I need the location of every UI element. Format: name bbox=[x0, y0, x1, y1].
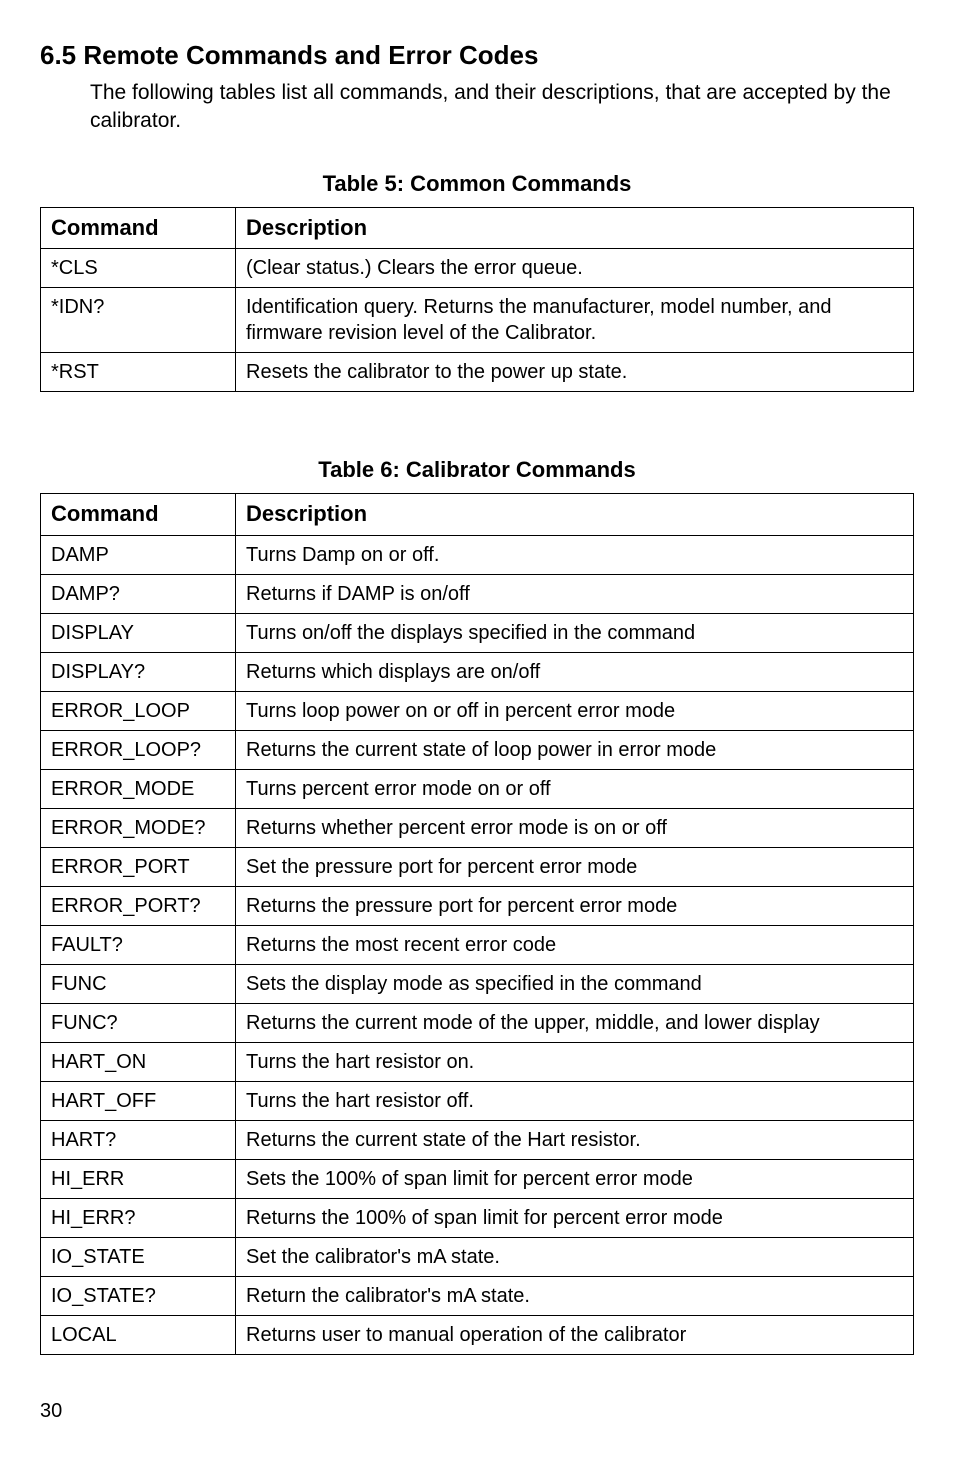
cell-command: ERROR_PORT bbox=[41, 847, 236, 886]
header-description: Description bbox=[236, 207, 914, 249]
table-header-row: Command Description bbox=[41, 494, 914, 536]
cell-description: Set the calibrator's mA state. bbox=[236, 1237, 914, 1276]
cell-command: DAMP bbox=[41, 535, 236, 574]
cell-description: Returns if DAMP is on/off bbox=[236, 574, 914, 613]
cell-description: Identification query. Returns the manufa… bbox=[236, 288, 914, 353]
table-row: HART_ONTurns the hart resistor on. bbox=[41, 1042, 914, 1081]
cell-command: HART_ON bbox=[41, 1042, 236, 1081]
cell-description: Returns the current state of the Hart re… bbox=[236, 1120, 914, 1159]
table-row: FUNCSets the display mode as specified i… bbox=[41, 964, 914, 1003]
cell-command: DISPLAY? bbox=[41, 652, 236, 691]
cell-description: Returns the current mode of the upper, m… bbox=[236, 1003, 914, 1042]
table-row: LOCALReturns user to manual operation of… bbox=[41, 1315, 914, 1354]
cell-command: FUNC? bbox=[41, 1003, 236, 1042]
cell-command: *CLS bbox=[41, 249, 236, 288]
cell-command: ERROR_LOOP bbox=[41, 691, 236, 730]
table-row: *CLS(Clear status.) Clears the error que… bbox=[41, 249, 914, 288]
cell-command: HART? bbox=[41, 1120, 236, 1159]
cell-command: FUNC bbox=[41, 964, 236, 1003]
cell-description: Turns the hart resistor on. bbox=[236, 1042, 914, 1081]
table-5: Command Description *CLS(Clear status.) … bbox=[40, 207, 914, 393]
table-row: FAULT?Returns the most recent error code bbox=[41, 925, 914, 964]
table-row: IO_STATE?Return the calibrator's mA stat… bbox=[41, 1276, 914, 1315]
cell-description: Returns the pressure port for percent er… bbox=[236, 886, 914, 925]
cell-command: DAMP? bbox=[41, 574, 236, 613]
cell-description: Turns the hart resistor off. bbox=[236, 1081, 914, 1120]
table-5-title: Table 5: Common Commands bbox=[40, 171, 914, 197]
table-row: ERROR_MODETurns percent error mode on or… bbox=[41, 769, 914, 808]
cell-description: Turns percent error mode on or off bbox=[236, 769, 914, 808]
table-row: *IDN?Identification query. Returns the m… bbox=[41, 288, 914, 353]
table-row: ERROR_PORTSet the pressure port for perc… bbox=[41, 847, 914, 886]
cell-description: Returns which displays are on/off bbox=[236, 652, 914, 691]
table-row: ERROR_LOOPTurns loop power on or off in … bbox=[41, 691, 914, 730]
table-6: Command Description DAMPTurns Damp on or… bbox=[40, 493, 914, 1355]
table-row: HI_ERR?Returns the 100% of span limit fo… bbox=[41, 1198, 914, 1237]
cell-command: IO_STATE? bbox=[41, 1276, 236, 1315]
cell-description: Return the calibrator's mA state. bbox=[236, 1276, 914, 1315]
table-row: ERROR_MODE?Returns whether percent error… bbox=[41, 808, 914, 847]
cell-description: Returns the most recent error code bbox=[236, 925, 914, 964]
table-row: DAMPTurns Damp on or off. bbox=[41, 535, 914, 574]
cell-description: (Clear status.) Clears the error queue. bbox=[236, 249, 914, 288]
header-command: Command bbox=[41, 207, 236, 249]
cell-command: HI_ERR? bbox=[41, 1198, 236, 1237]
cell-description: Set the pressure port for percent error … bbox=[236, 847, 914, 886]
cell-command: DISPLAY bbox=[41, 613, 236, 652]
cell-command: HART_OFF bbox=[41, 1081, 236, 1120]
table-row: FUNC?Returns the current mode of the upp… bbox=[41, 1003, 914, 1042]
table-row: DISPLAY?Returns which displays are on/of… bbox=[41, 652, 914, 691]
cell-command: *RST bbox=[41, 353, 236, 392]
cell-description: Returns whether percent error mode is on… bbox=[236, 808, 914, 847]
table-row: DAMP?Returns if DAMP is on/off bbox=[41, 574, 914, 613]
cell-description: Returns user to manual operation of the … bbox=[236, 1315, 914, 1354]
cell-command: ERROR_PORT? bbox=[41, 886, 236, 925]
table-row: HART_OFFTurns the hart resistor off. bbox=[41, 1081, 914, 1120]
cell-description: Sets the display mode as specified in th… bbox=[236, 964, 914, 1003]
cell-description: Returns the 100% of span limit for perce… bbox=[236, 1198, 914, 1237]
table-row: HART?Returns the current state of the Ha… bbox=[41, 1120, 914, 1159]
page-number: 30 bbox=[40, 1400, 914, 1423]
cell-command: HI_ERR bbox=[41, 1159, 236, 1198]
table-row: *RSTResets the calibrator to the power u… bbox=[41, 353, 914, 392]
table-row: ERROR_PORT?Returns the pressure port for… bbox=[41, 886, 914, 925]
cell-command: IO_STATE bbox=[41, 1237, 236, 1276]
table-row: ERROR_LOOP?Returns the current state of … bbox=[41, 730, 914, 769]
cell-command: FAULT? bbox=[41, 925, 236, 964]
header-command: Command bbox=[41, 494, 236, 536]
cell-description: Sets the 100% of span limit for percent … bbox=[236, 1159, 914, 1198]
header-description: Description bbox=[236, 494, 914, 536]
cell-command: *IDN? bbox=[41, 288, 236, 353]
intro-text: The following tables list all commands, … bbox=[90, 79, 914, 136]
cell-description: Turns Damp on or off. bbox=[236, 535, 914, 574]
table-header-row: Command Description bbox=[41, 207, 914, 249]
section-heading: 6.5 Remote Commands and Error Codes bbox=[40, 40, 914, 71]
cell-description: Returns the current state of loop power … bbox=[236, 730, 914, 769]
cell-command: LOCAL bbox=[41, 1315, 236, 1354]
cell-command: ERROR_MODE bbox=[41, 769, 236, 808]
cell-description: Turns on/off the displays specified in t… bbox=[236, 613, 914, 652]
cell-description: Turns loop power on or off in percent er… bbox=[236, 691, 914, 730]
cell-command: ERROR_MODE? bbox=[41, 808, 236, 847]
table-6-title: Table 6: Calibrator Commands bbox=[40, 457, 914, 483]
table-row: IO_STATESet the calibrator's mA state. bbox=[41, 1237, 914, 1276]
table-row: HI_ERRSets the 100% of span limit for pe… bbox=[41, 1159, 914, 1198]
cell-description: Resets the calibrator to the power up st… bbox=[236, 353, 914, 392]
table-row: DISPLAYTurns on/off the displays specifi… bbox=[41, 613, 914, 652]
cell-command: ERROR_LOOP? bbox=[41, 730, 236, 769]
